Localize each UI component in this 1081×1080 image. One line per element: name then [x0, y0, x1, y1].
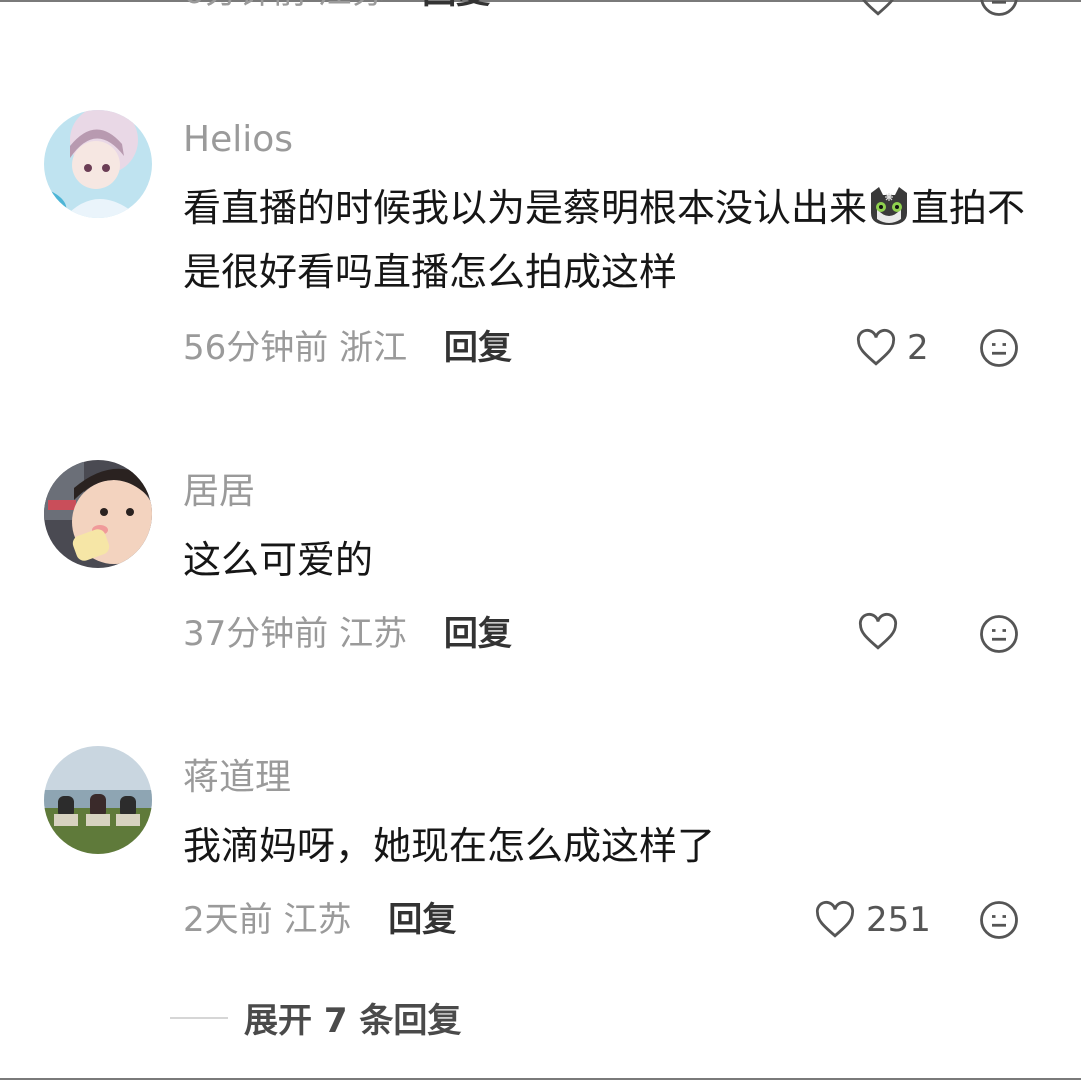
comment-meta: 2天前 江苏 回复 — [183, 898, 456, 942]
reply-button[interactable]: 回复 — [444, 328, 512, 368]
dislike-face-icon[interactable] — [978, 613, 1020, 655]
dislike-face-icon[interactable] — [978, 327, 1020, 369]
like-button[interactable] — [857, 612, 909, 652]
avatar[interactable] — [44, 110, 152, 218]
expand-divider — [170, 1016, 228, 1019]
previous-reply-button[interactable]: 回复 — [422, 0, 490, 12]
reply-button[interactable]: 回复 — [388, 900, 456, 940]
expand-replies-label: 展开 7 条回复 — [244, 1001, 462, 1041]
comment-meta: 37分钟前 江苏 回复 — [183, 612, 512, 656]
comment-time-location: 37分钟前 江苏 — [183, 614, 408, 654]
username[interactable]: Helios — [183, 118, 293, 162]
username[interactable]: 居居 — [183, 470, 255, 514]
like-count: 2 — [907, 328, 929, 368]
avatar[interactable] — [44, 746, 152, 854]
comment-meta: 56分钟前 浙江 回复 — [183, 326, 512, 370]
comment-text: 看直播的时候我以为是蔡明根本没认出来 直拍不是很好看吗直播怎么拍成这样 — [183, 176, 1043, 304]
cat-emoji-icon — [867, 182, 911, 226]
like-button[interactable]: 2 — [855, 326, 929, 370]
top-border — [0, 0, 1081, 2]
previous-dislike-face-icon[interactable] — [978, 0, 1020, 18]
comment-time-location: 2天前 江苏 — [183, 900, 352, 940]
heart-icon — [815, 900, 855, 938]
previous-comment-meta: 6分钟前 江苏 回复 — [183, 0, 490, 14]
previous-heart-icon[interactable] — [857, 0, 899, 18]
comment-time-location: 56分钟前 浙江 — [183, 328, 408, 368]
like-count: 251 — [866, 900, 931, 940]
expand-replies-button[interactable]: 展开 7 条回复 — [170, 993, 461, 1042]
heart-icon — [858, 612, 898, 650]
comment-text: 我滴妈呀，她现在怎么成这样了 — [183, 824, 716, 868]
avatar[interactable] — [44, 460, 152, 568]
heart-icon — [856, 328, 896, 366]
dislike-face-icon[interactable] — [978, 899, 1020, 941]
like-button[interactable]: 251 — [814, 898, 931, 942]
comment-text: 这么可爱的 — [183, 538, 374, 582]
reply-button[interactable]: 回复 — [444, 614, 512, 654]
previous-comment-time: 6分钟前 江苏 — [183, 0, 385, 12]
username[interactable]: 蒋道理 — [183, 756, 291, 800]
